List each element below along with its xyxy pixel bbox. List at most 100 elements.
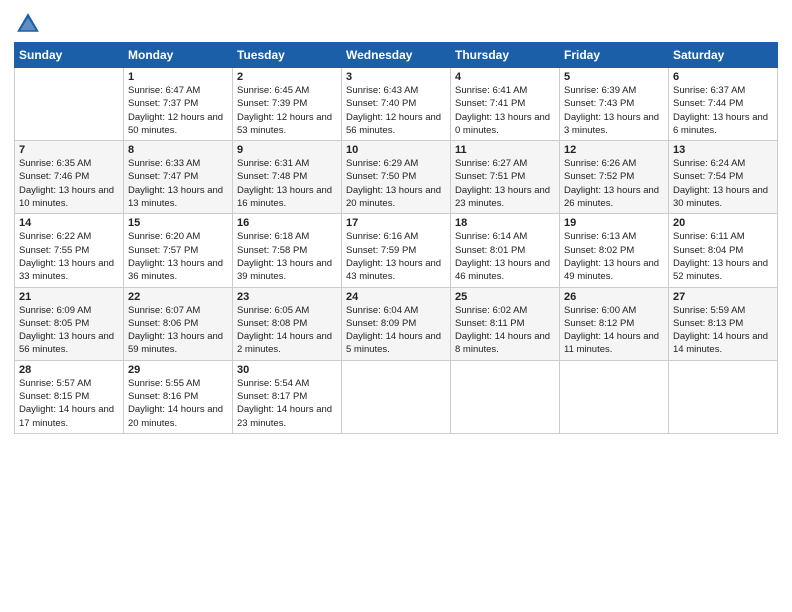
- sunset-text: Sunset: 7:55 PM: [19, 245, 89, 256]
- daylight-text: Daylight: 13 hours and 46 minutes.: [455, 258, 550, 282]
- sunrise-text: Sunrise: 5:54 AM: [237, 378, 309, 389]
- sunrise-text: Sunrise: 6:02 AM: [455, 305, 527, 316]
- calendar-cell: 4Sunrise: 6:41 AMSunset: 7:41 PMDaylight…: [451, 68, 560, 141]
- sunset-text: Sunset: 7:40 PM: [346, 98, 416, 109]
- sunrise-text: Sunrise: 6:24 AM: [673, 158, 745, 169]
- cell-info: Sunrise: 6:27 AMSunset: 7:51 PMDaylight:…: [455, 157, 555, 210]
- daylight-text: Daylight: 14 hours and 17 minutes.: [19, 404, 114, 428]
- day-number: 7: [19, 144, 119, 156]
- daylight-text: Daylight: 14 hours and 20 minutes.: [128, 404, 223, 428]
- cell-info: Sunrise: 6:14 AMSunset: 8:01 PMDaylight:…: [455, 230, 555, 283]
- calendar-cell: 16Sunrise: 6:18 AMSunset: 7:58 PMDayligh…: [233, 214, 342, 287]
- daylight-text: Daylight: 14 hours and 8 minutes.: [455, 331, 550, 355]
- daylight-text: Daylight: 13 hours and 36 minutes.: [128, 258, 223, 282]
- sunset-text: Sunset: 7:39 PM: [237, 98, 307, 109]
- week-row-1: 1Sunrise: 6:47 AMSunset: 7:37 PMDaylight…: [15, 68, 778, 141]
- cell-info: Sunrise: 6:43 AMSunset: 7:40 PMDaylight:…: [346, 84, 446, 137]
- sunrise-text: Sunrise: 5:55 AM: [128, 378, 200, 389]
- sunset-text: Sunset: 8:11 PM: [455, 318, 525, 329]
- cell-info: Sunrise: 6:07 AMSunset: 8:06 PMDaylight:…: [128, 304, 228, 357]
- sunset-text: Sunset: 8:16 PM: [128, 391, 198, 402]
- day-number: 16: [237, 217, 337, 229]
- daylight-text: Daylight: 13 hours and 10 minutes.: [19, 185, 114, 209]
- sunrise-text: Sunrise: 6:16 AM: [346, 231, 418, 242]
- calendar-cell: 18Sunrise: 6:14 AMSunset: 8:01 PMDayligh…: [451, 214, 560, 287]
- day-number: 18: [455, 217, 555, 229]
- sunset-text: Sunset: 7:43 PM: [564, 98, 634, 109]
- calendar-header: SundayMondayTuesdayWednesdayThursdayFrid…: [15, 43, 778, 68]
- sunset-text: Sunset: 8:15 PM: [19, 391, 89, 402]
- week-row-4: 21Sunrise: 6:09 AMSunset: 8:05 PMDayligh…: [15, 287, 778, 360]
- daylight-text: Daylight: 14 hours and 11 minutes.: [564, 331, 659, 355]
- daylight-text: Daylight: 13 hours and 39 minutes.: [237, 258, 332, 282]
- calendar-cell: 24Sunrise: 6:04 AMSunset: 8:09 PMDayligh…: [342, 287, 451, 360]
- sunrise-text: Sunrise: 6:33 AM: [128, 158, 200, 169]
- daylight-text: Daylight: 12 hours and 56 minutes.: [346, 112, 441, 136]
- calendar-cell: 10Sunrise: 6:29 AMSunset: 7:50 PMDayligh…: [342, 141, 451, 214]
- cell-info: Sunrise: 6:33 AMSunset: 7:47 PMDaylight:…: [128, 157, 228, 210]
- sunrise-text: Sunrise: 6:11 AM: [673, 231, 745, 242]
- sunset-text: Sunset: 7:59 PM: [346, 245, 416, 256]
- day-number: 25: [455, 291, 555, 303]
- daylight-text: Daylight: 13 hours and 13 minutes.: [128, 185, 223, 209]
- cell-info: Sunrise: 6:00 AMSunset: 8:12 PMDaylight:…: [564, 304, 664, 357]
- calendar-cell: 8Sunrise: 6:33 AMSunset: 7:47 PMDaylight…: [124, 141, 233, 214]
- cell-info: Sunrise: 5:55 AM Sunset: 8:16 PM Daylight:…: [128, 377, 228, 430]
- cell-info: Sunrise: 6:20 AMSunset: 7:57 PMDaylight:…: [128, 230, 228, 283]
- calendar-cell: 5Sunrise: 6:39 AMSunset: 7:43 PMDaylight…: [560, 68, 669, 141]
- cell-info: Sunrise: 6:41 AMSunset: 7:41 PMDaylight:…: [455, 84, 555, 137]
- sunset-text: Sunset: 8:12 PM: [564, 318, 634, 329]
- sunset-text: Sunset: 7:48 PM: [237, 171, 307, 182]
- cell-info: Sunrise: 5:57 AMSunset: 8:15 PMDaylight:…: [19, 377, 119, 430]
- sunrise-text: Sunrise: 6:37 AM: [673, 85, 745, 96]
- sunrise-text: Sunrise: 6:13 AM: [564, 231, 636, 242]
- calendar-cell: 26Sunrise: 6:00 AMSunset: 8:12 PMDayligh…: [560, 287, 669, 360]
- daylight-text: Daylight: 13 hours and 52 minutes.: [673, 258, 768, 282]
- header-day-wednesday: Wednesday: [342, 43, 451, 68]
- cell-info: Sunrise: 6:47 AMSunset: 7:37 PMDaylight:…: [128, 84, 228, 137]
- calendar-cell: 3Sunrise: 6:43 AMSunset: 7:40 PMDaylight…: [342, 68, 451, 141]
- cell-info: Sunrise: 6:37 AMSunset: 7:44 PMDaylight:…: [673, 84, 773, 137]
- day-number: 21: [19, 291, 119, 303]
- calendar-cell: 2Sunrise: 6:45 AMSunset: 7:39 PMDaylight…: [233, 68, 342, 141]
- daylight-text: Daylight: 13 hours and 23 minutes.: [455, 185, 550, 209]
- daylight-text: Daylight: 13 hours and 30 minutes.: [673, 185, 768, 209]
- day-number: 20: [673, 217, 773, 229]
- cell-info: Sunrise: 6:16 AMSunset: 7:59 PMDaylight:…: [346, 230, 446, 283]
- daylight-text: Daylight: 13 hours and 20 minutes.: [346, 185, 441, 209]
- sunset-text: Sunset: 8:06 PM: [128, 318, 198, 329]
- calendar-cell: 21Sunrise: 6:09 AMSunset: 8:05 PMDayligh…: [15, 287, 124, 360]
- calendar-cell: [669, 360, 778, 433]
- calendar-cell: 23Sunrise: 6:05 AMSunset: 8:08 PMDayligh…: [233, 287, 342, 360]
- calendar-cell: 9Sunrise: 6:31 AMSunset: 7:48 PMDaylight…: [233, 141, 342, 214]
- day-number: 23: [237, 291, 337, 303]
- calendar-cell: 12Sunrise: 6:26 AMSunset: 7:52 PMDayligh…: [560, 141, 669, 214]
- calendar-cell: [15, 68, 124, 141]
- sunset-text: Sunset: 7:52 PM: [564, 171, 634, 182]
- header-day-monday: Monday: [124, 43, 233, 68]
- daylight-text: Daylight: 13 hours and 49 minutes.: [564, 258, 659, 282]
- sunrise-text: Sunrise: 5:59 AM: [673, 305, 745, 316]
- day-number: 11: [455, 144, 555, 156]
- cell-info: Sunrise: 5:54 AMSunset: 8:17 PMDaylight:…: [237, 377, 337, 430]
- sunset-text: Sunset: 7:46 PM: [19, 171, 89, 182]
- week-row-2: 7 Sunrise: 6:35 AM Sunset: 7:46 PM Daylight…: [15, 141, 778, 214]
- logo-icon: [14, 10, 42, 38]
- sunset-text: Sunset: 7:58 PM: [237, 245, 307, 256]
- calendar-cell: 27Sunrise: 5:59 AMSunset: 8:13 PMDayligh…: [669, 287, 778, 360]
- sunrise-text: Sunrise: 6:41 AM: [455, 85, 527, 96]
- sunset-text: Sunset: 8:04 PM: [673, 245, 743, 256]
- sunrise-text: Sunrise: 6:45 AM: [237, 85, 309, 96]
- day-number: 2: [237, 71, 337, 83]
- day-number: 10: [346, 144, 446, 156]
- logo: [14, 10, 44, 38]
- sunrise-text: Sunrise: 6:47 AM: [128, 85, 200, 96]
- sunrise-text: Sunrise: 6:14 AM: [455, 231, 527, 242]
- cell-info: Sunrise: 6:29 AMSunset: 7:50 PMDaylight:…: [346, 157, 446, 210]
- day-number: 27: [673, 291, 773, 303]
- sunrise-text: Sunrise: 6:35 AM: [19, 158, 91, 169]
- day-number: 3: [346, 71, 446, 83]
- header-day-sunday: Sunday: [15, 43, 124, 68]
- sunrise-text: Sunrise: 6:20 AM: [128, 231, 200, 242]
- sunset-text: Sunset: 7:44 PM: [673, 98, 743, 109]
